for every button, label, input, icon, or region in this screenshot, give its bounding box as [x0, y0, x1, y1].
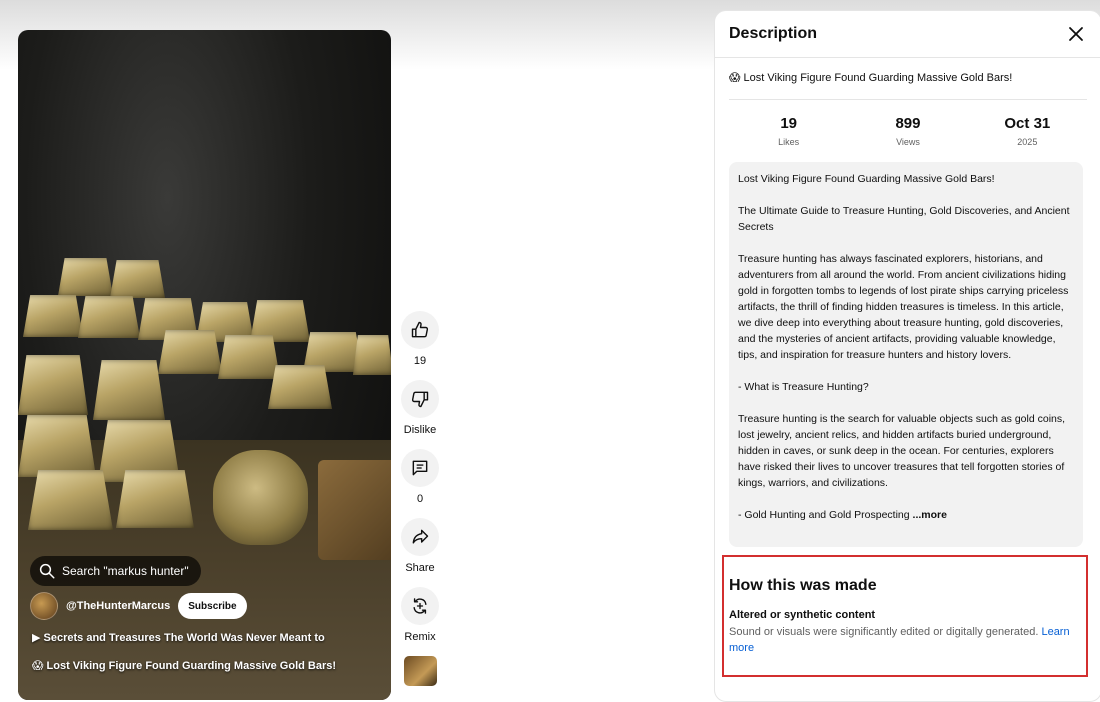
avatar[interactable]: [30, 592, 58, 620]
close-icon: [1069, 27, 1083, 41]
description-paragraph: - What is Treasure Hunting?: [738, 381, 869, 393]
stat-value: 899: [895, 115, 921, 132]
how-made-description: Sound or visuals were significantly edit…: [729, 626, 1042, 638]
description-paragraph: Treasure hunting has always fascinated e…: [738, 253, 1069, 361]
gold-bar: [78, 296, 140, 338]
comment-icon: [412, 460, 428, 476]
thumbs-up-icon: [411, 321, 429, 338]
gold-bar: [218, 335, 280, 379]
gold-bar: [158, 330, 222, 374]
description-paragraph: Treasure hunting is the search for valua…: [738, 413, 1066, 489]
stat-value: 19: [780, 115, 797, 132]
comments-button[interactable]: [401, 449, 439, 487]
remix-button[interactable]: [401, 587, 439, 625]
stat-likes: 19 Likes: [729, 115, 848, 147]
channel-name[interactable]: @TheHunterMarcus: [66, 600, 170, 612]
panel-header: Description: [715, 11, 1100, 58]
remix-label: Remix: [404, 631, 436, 643]
like-button[interactable]: [401, 311, 439, 349]
how-this-was-made-section: How this was made Altered or synthetic c…: [722, 555, 1088, 677]
description-paragraph: Lost Viking Figure Found Guarding Massiv…: [738, 173, 995, 185]
thumbs-down-icon: [411, 391, 429, 408]
share-button[interactable]: [401, 518, 439, 556]
stats-row: 19 Likes 899 Views Oct 31 2025: [729, 115, 1087, 147]
description-video-title: 😱 Lost Viking Figure Found Guarding Mass…: [729, 72, 1013, 84]
action-column: 19 Dislike 0 Share Remix: [398, 311, 442, 686]
stat-label: Views: [896, 137, 920, 147]
how-made-title: How this was made: [729, 577, 877, 594]
video-player[interactable]: Search "markus hunter" @TheHunterMarcus …: [18, 30, 391, 700]
more-link[interactable]: ...more: [913, 509, 947, 521]
gold-bar: [23, 295, 83, 337]
viking-figure: [213, 450, 308, 545]
description-body[interactable]: Lost Viking Figure Found Guarding Massiv…: [729, 162, 1083, 547]
stat-value: Oct 31: [1004, 115, 1051, 132]
stat-date: Oct 31 2025: [968, 115, 1087, 147]
how-made-text: Sound or visuals were significantly edit…: [729, 624, 1081, 656]
gold-bar: [18, 355, 88, 415]
gold-bar: [58, 258, 113, 296]
search-icon: [39, 563, 55, 579]
video-title[interactable]: 😱 Lost Viking Figure Found Guarding Mass…: [32, 659, 336, 672]
subscribe-button[interactable]: Subscribe: [178, 593, 247, 619]
treasure-chest: [318, 460, 391, 560]
stat-label: 2025: [1017, 137, 1038, 147]
gold-bar: [268, 365, 332, 409]
search-suggestion-pill[interactable]: Search "markus hunter": [30, 556, 201, 586]
sound-thumbnail[interactable]: [403, 656, 437, 686]
search-suggestion-label: Search "markus hunter": [62, 564, 189, 578]
stat-views: 899 Views: [848, 115, 967, 147]
like-count: 19: [413, 355, 427, 367]
dislike-label: Dislike: [403, 424, 437, 436]
gold-bar: [353, 335, 391, 375]
close-button[interactable]: [1065, 23, 1087, 45]
playlist-link[interactable]: ▶ Secrets and Treasures The World Was Ne…: [32, 631, 325, 644]
gold-bar: [93, 360, 165, 420]
channel-row: @TheHunterMarcus Subscribe: [30, 592, 247, 620]
remix-icon: [413, 598, 427, 614]
share-label: Share: [405, 562, 435, 574]
divider: [729, 99, 1087, 100]
gold-bar: [28, 470, 113, 530]
stat-label: Likes: [778, 137, 800, 147]
comment-count: 0: [416, 493, 424, 505]
panel-title: Description: [729, 25, 818, 42]
gold-bar: [116, 470, 194, 528]
gold-bar: [18, 415, 96, 477]
description-last-line: - Gold Hunting and Gold Prospecting ...m…: [738, 507, 1074, 523]
how-made-subtitle: Altered or synthetic content: [729, 609, 876, 621]
description-paragraph: - Gold Hunting and Gold Prospecting: [738, 509, 913, 521]
description-paragraph: The Ultimate Guide to Treasure Hunting, …: [738, 205, 1070, 233]
share-icon: [412, 529, 429, 544]
gold-bar: [110, 260, 165, 298]
dislike-button[interactable]: [401, 380, 439, 418]
